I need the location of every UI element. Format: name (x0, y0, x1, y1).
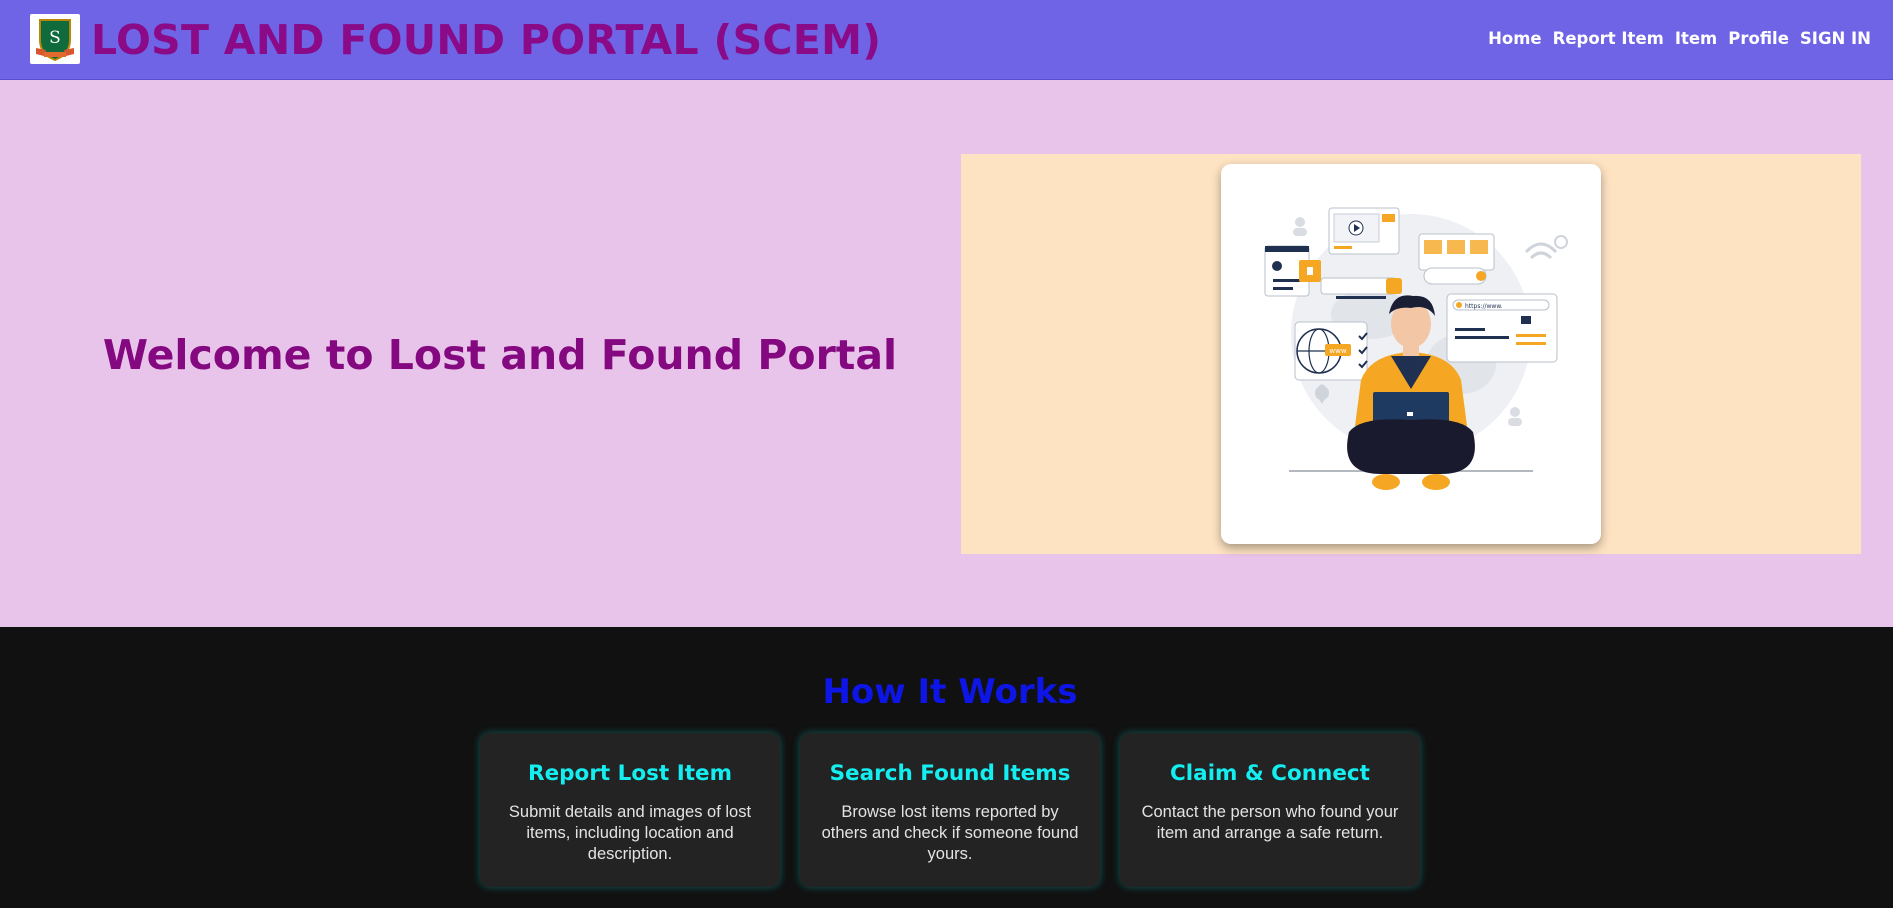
step-description: Submit details and images of lost items,… (508, 803, 752, 863)
nav-report-item[interactable]: Report Item (1553, 29, 1664, 49)
step-description: Browse lost items reported by others and… (821, 803, 1079, 863)
logo-letter: S (49, 28, 61, 48)
nav-sign-in[interactable]: SIGN IN (1800, 29, 1871, 49)
step-card-report-lost-item: Report Lost Item Submit details and imag… (480, 733, 780, 887)
main-nav: Home Report Item Item Profile SIGN IN (1488, 29, 1871, 49)
step-title: Search Found Items (829, 761, 1071, 786)
step-card-claim-connect: Claim & Connect Contact the person who f… (1120, 733, 1420, 887)
person-with-laptop-illustration: https://www. www (1264, 207, 1568, 490)
nav-item[interactable]: Item (1675, 29, 1717, 49)
step-description: Contact the person who found your item a… (1141, 803, 1399, 842)
shield-logo-icon: S (36, 19, 74, 62)
how-it-works-heading: How It Works (822, 672, 1078, 712)
welcome-heading: Welcome to Lost and Found Portal (102, 331, 898, 379)
step-title: Report Lost Item (528, 761, 732, 786)
site-header: S LOST AND FOUND PORTAL (SCEM) Home Repo… (0, 0, 1893, 80)
site-title: LOST AND FOUND PORTAL (SCEM) (91, 16, 882, 64)
step-card-search-found-items: Search Found Items Browse lost items rep… (800, 733, 1100, 887)
www-badge: www (1329, 347, 1346, 355)
nav-profile[interactable]: Profile (1728, 29, 1789, 49)
step-title: Claim & Connect (1170, 761, 1370, 786)
hero-illustration-card: https://www. www (1221, 164, 1601, 544)
url-bar-text: https://www. (1465, 303, 1503, 310)
nav-home[interactable]: Home (1488, 29, 1542, 49)
college-logo[interactable]: S (30, 14, 80, 64)
